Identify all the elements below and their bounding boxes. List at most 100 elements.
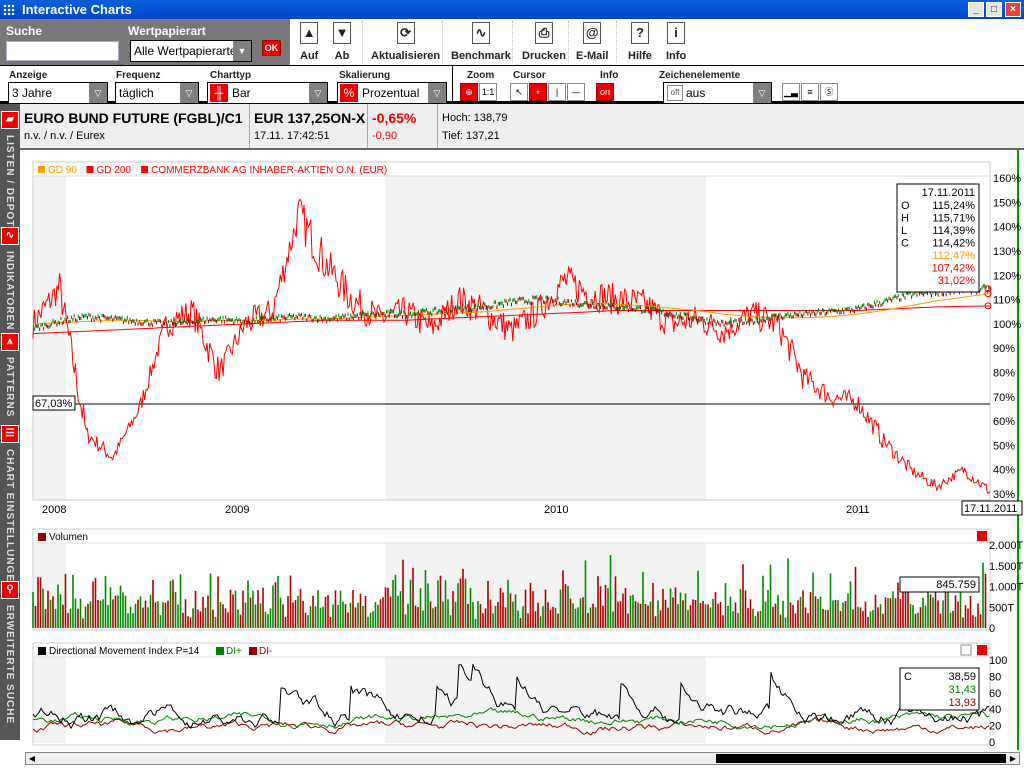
ok-button[interactable]: OK [262, 40, 281, 56]
legend-label: GD 90 [48, 165, 77, 176]
info-key: C [901, 238, 909, 250]
di-minus-swatch-icon [249, 647, 257, 655]
y-tick-label: 70% [993, 392, 1015, 404]
instrument-header: EURO BUND FUTURE (FGBL)/C1 n.v. / n.v. / … [0, 104, 1024, 150]
info-button[interactable]: i Info [666, 22, 686, 62]
maximize-button[interactable]: □ [986, 2, 1002, 17]
cursor-arrow-icon[interactable]: ↖ [510, 83, 528, 101]
chart-area[interactable]: 160% 150% 140% 130% 120% 110% 100% 90% 80% 70% 60%… [20, 150, 1024, 750]
y-tick-label: 90% [993, 343, 1015, 355]
type-select-value: Alle Wertpapierarten [134, 44, 244, 58]
x-tick-label: 2010 [544, 504, 568, 516]
di-plus-swatch-icon [216, 647, 224, 655]
charttyp-label: Charttyp [210, 70, 252, 81]
instrument-sub: n.v. / n.v. / Eurex [24, 130, 105, 142]
y-tick-label: 130% [993, 246, 1021, 258]
x-tick-label: 2009 [225, 504, 249, 516]
settings-dmi-icon[interactable] [960, 644, 972, 656]
zoom-in-icon[interactable]: ⊕ [460, 83, 478, 101]
info-icon: i [667, 22, 686, 44]
low-value: Tief: 137,21 [442, 130, 500, 142]
help-button[interactable]: ? Hilfe [628, 22, 652, 62]
instrument-time: 17.11. 17:42:51 [254, 130, 330, 142]
close-volume-icon[interactable] [977, 531, 987, 541]
y-tick-label: 30% [993, 489, 1015, 501]
info-date: 17.11.2011 [922, 187, 975, 199]
anzeige-label: Anzeige [9, 70, 48, 81]
frequenz-select[interactable]: täglich ▽ [115, 82, 199, 104]
cursor-vertical-icon[interactable]: | [548, 83, 566, 101]
legend-label: COMMERZBANK AG INHABER-AKTIEN O.N. (EUR) [151, 165, 387, 176]
sidebar-item-erweiterte-suche[interactable]: ⚲ ERWEITERTE SUCHE [0, 580, 20, 724]
info-value: 114,39% [932, 225, 975, 237]
sidebar-item-patterns[interactable]: ⩚ PATTERNS [0, 332, 20, 417]
sidebar-item-indikatoren[interactable]: ∿ INDIKATOREN [0, 226, 20, 331]
search-label: Suche [6, 24, 43, 38]
dmi-tick-label: 40 [989, 704, 1001, 716]
high-value: Hoch: 138,79 [442, 112, 508, 124]
sidebar-item-chart-einstellungen[interactable]: ☰ CHART EINSTELLUNGEN [0, 424, 20, 590]
y-tick-label: 110% [993, 295, 1021, 307]
email-button[interactable]: @ E-Mail [576, 22, 608, 62]
sidebar-item-listen-depot[interactable]: ▰ LISTEN / DEPOT [0, 110, 20, 227]
chevron-down-icon: ▽ [89, 83, 107, 103]
dmi-tick-label: 0 [989, 737, 995, 749]
s-icon[interactable]: Ⓢ [820, 83, 838, 101]
list-icon: ☰ [1, 425, 19, 443]
di-minus-value: 13,93 [948, 697, 976, 709]
y-tick-label: 120% [993, 270, 1021, 282]
volume-swatch-icon [38, 533, 46, 541]
chevron-down-icon: ▽ [428, 83, 446, 103]
legend-swatch [141, 166, 149, 173]
legend-label: GD 200 [97, 165, 132, 176]
close-dmi-icon[interactable] [977, 645, 987, 655]
search-input[interactable] [6, 41, 119, 61]
help-icon: ? [630, 22, 649, 44]
change-percent: -0,65% [372, 110, 417, 126]
chevron-down-icon: ▽ [180, 83, 198, 103]
y-tick-label: 140% [993, 222, 1021, 234]
notes-icon[interactable]: ≡ [801, 83, 819, 101]
dmi-swatch-icon [38, 647, 46, 655]
print-button[interactable]: ⎙ Drucken [522, 22, 566, 62]
minimize-button[interactable]: _ [968, 2, 984, 17]
skalierung-select[interactable]: % Prozentual ▽ [337, 82, 447, 104]
cursor-crosshair-icon[interactable]: + [529, 83, 547, 101]
scroll-left-icon: ◀ [28, 754, 36, 763]
info-value: 115,71% [932, 213, 975, 225]
info-value: 114,42% [932, 238, 975, 250]
bar-stats-icon[interactable]: ▁▃ [782, 83, 800, 101]
instrument-name: EURO BUND FUTURE (FGBL)/C1 [24, 110, 243, 126]
type-select[interactable]: Alle Wertpapierarten ▼ [130, 40, 252, 62]
up-button[interactable]: ▲ Auf [300, 22, 318, 62]
anzeige-select[interactable]: 3 Jahre ▽ [8, 82, 108, 104]
charttyp-select[interactable]: ╫ Bar ▽ [207, 82, 328, 104]
y-tick-label: 80% [993, 368, 1015, 380]
legend-swatch [38, 166, 45, 173]
y-tick-label: 50% [993, 440, 1015, 452]
search-panel: Suche Wertpapierart Alle Wertpapierarten… [0, 19, 290, 65]
zeichen-select[interactable]: off aus ▽ [663, 82, 772, 104]
zeichen-label: Zeichenelemente [659, 70, 741, 81]
down-button[interactable]: ▼ Ab [333, 22, 351, 62]
horizontal-scrollbar[interactable]: ◀ ▶ [25, 752, 1020, 765]
benchmark-button[interactable]: ∿ Benchmark [451, 22, 511, 62]
di-minus-label: DI- [259, 646, 272, 657]
close-button[interactable]: × [1005, 2, 1021, 17]
arrow-down-icon: ▼ [333, 22, 351, 44]
scrollbar-thumb[interactable] [716, 754, 1006, 763]
zoom-reset-button[interactable]: 1:1 [479, 83, 497, 101]
zoom-label: Zoom [467, 70, 495, 81]
bar-chart-icon: ╫ [210, 84, 228, 102]
info-toggle[interactable]: on [596, 83, 614, 101]
cursor-horizontal-icon[interactable]: — [567, 83, 585, 101]
info-value: 107,42% [932, 263, 976, 275]
refresh-button[interactable]: ⟳ Aktualisieren [371, 22, 440, 62]
search-icon: ⚲ [1, 581, 19, 599]
frequenz-label: Frequenz [116, 70, 161, 81]
app-logo-icon [3, 4, 15, 15]
info-key: L [901, 225, 907, 237]
info-value: 31,02% [938, 275, 976, 287]
dmi-tick-label: 60 [989, 688, 1001, 700]
info-value: 112,47% [932, 250, 975, 262]
